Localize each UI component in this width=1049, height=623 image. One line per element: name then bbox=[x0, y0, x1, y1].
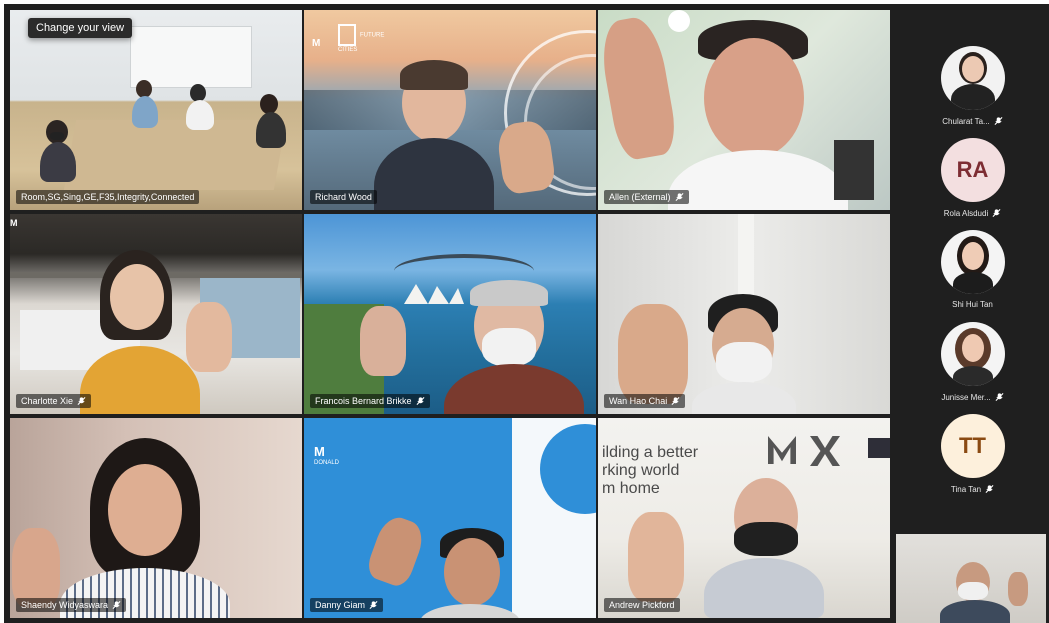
logo-m: M bbox=[314, 444, 325, 459]
mic-muted-icon bbox=[675, 193, 684, 201]
participant-name-tag: Richard Wood bbox=[310, 190, 377, 204]
blue-brand-background: M DONALD bbox=[304, 418, 596, 618]
office-background: M bbox=[10, 214, 302, 414]
participant-name-tag: Francois Bernard Brikke bbox=[310, 394, 430, 408]
participant-name-tag: Allen (External) bbox=[604, 190, 689, 204]
participant-name: Allen (External) bbox=[609, 192, 671, 202]
cityscape-background: M FUTURE CITIES bbox=[304, 10, 596, 210]
video-tile-room[interactable]: Change your view Room,SG,Sing,GE,F35,Int… bbox=[10, 10, 302, 210]
video-tile-wan-hao-chai[interactable]: Wan Hao Chai bbox=[598, 214, 890, 414]
participant-name: Andrew Pickford bbox=[609, 600, 675, 610]
mic-muted-icon bbox=[995, 393, 1004, 401]
roster-name: Tina Tan bbox=[950, 484, 982, 494]
meeting-window: Change your view Room,SG,Sing,GE,F35,Int… bbox=[4, 4, 1049, 623]
participant-name-tag: Shaendy Widyaswara bbox=[16, 598, 127, 612]
roster-item-junisse[interactable]: Junisse Mer... bbox=[896, 322, 1049, 402]
allen-video bbox=[598, 10, 890, 210]
participant-name-tag: Charlotte Xie bbox=[16, 394, 92, 408]
participant-name: Wan Hao Chai bbox=[609, 396, 668, 406]
slogan-line-3: m home bbox=[602, 480, 660, 497]
participant-name-tag: Wan Hao Chai bbox=[604, 394, 686, 408]
roster-name: Shi Hui Tan bbox=[952, 300, 993, 309]
roster-name: Junisse Mer... bbox=[941, 392, 991, 402]
futurecities-logo: FUTURE CITIES bbox=[338, 24, 398, 54]
video-tile-danny-giam[interactable]: M DONALD Danny Giam bbox=[304, 418, 596, 618]
mic-muted-icon bbox=[985, 485, 994, 493]
wan-hao-video bbox=[598, 214, 890, 414]
shaendy-video bbox=[10, 418, 302, 618]
self-view-video[interactable] bbox=[896, 534, 1046, 623]
participant-name: Richard Wood bbox=[315, 192, 372, 202]
video-tile-shaendy[interactable]: Shaendy Widyaswara bbox=[10, 418, 302, 618]
mic-muted-icon bbox=[994, 117, 1003, 125]
room-video bbox=[10, 10, 302, 210]
participant-name: Francois Bernard Brikke bbox=[315, 396, 412, 406]
video-tile-andrew-pickford[interactable]: ilding a better rking world m home Andre… bbox=[598, 418, 890, 618]
participant-roster: Chularat Ta... RA Rola Alsdudi Shi Hui T… bbox=[896, 4, 1049, 532]
sydney-background bbox=[304, 214, 596, 414]
brand-text: DONALD bbox=[314, 460, 340, 466]
avatar: TT bbox=[940, 414, 1005, 478]
avatar bbox=[940, 230, 1005, 294]
mic-muted-icon bbox=[416, 397, 425, 405]
roster-name: Rola Alsdudi bbox=[943, 208, 989, 218]
video-tile-francois[interactable]: Francois Bernard Brikke bbox=[304, 214, 596, 414]
participant-name: Charlotte Xie bbox=[21, 396, 74, 406]
ey-background: ilding a better rking world m home bbox=[598, 418, 890, 618]
mic-muted-icon bbox=[369, 601, 378, 609]
roster-name: Chularat Ta... bbox=[942, 116, 990, 126]
roster-item-rola[interactable]: RA Rola Alsdudi bbox=[896, 138, 1049, 218]
participant-name: Danny Giam bbox=[315, 600, 366, 610]
background-slogan: ilding a better rking world m home bbox=[602, 444, 698, 498]
mic-muted-icon bbox=[112, 601, 121, 609]
participant-name-tag: Room,SG,Sing,GE,F35,Integrity,Connected bbox=[16, 190, 200, 204]
participant-name-tag: Danny Giam bbox=[310, 598, 384, 612]
mic-muted-icon bbox=[671, 397, 680, 405]
participant-name-tag: Andrew Pickford bbox=[604, 598, 680, 612]
change-view-tooltip: Change your view bbox=[28, 18, 133, 38]
mic-muted-icon bbox=[77, 397, 86, 405]
avatar: RA bbox=[940, 138, 1005, 202]
roster-item-tina-tan[interactable]: TT Tina Tan bbox=[896, 414, 1049, 494]
roster-item-chularat[interactable]: Chularat Ta... bbox=[896, 46, 1049, 126]
mic-muted-icon bbox=[992, 209, 1001, 217]
avatar bbox=[940, 322, 1005, 386]
participant-name: Room,SG,Sing,GE,F35,Integrity,Connected bbox=[21, 192, 195, 202]
roster-item-shi-hui[interactable]: Shi Hui Tan bbox=[896, 230, 1049, 309]
avatar bbox=[940, 46, 1005, 110]
slogan-line-2: rking world bbox=[602, 462, 680, 479]
video-tile-charlotte-xie[interactable]: M Charlotte Xie bbox=[10, 214, 302, 414]
participant-name: Shaendy Widyaswara bbox=[21, 600, 109, 610]
logo-m-partial: M bbox=[10, 218, 18, 228]
video-tile-allen[interactable]: Allen (External) bbox=[598, 10, 890, 210]
slogan-line-1: ilding a better bbox=[602, 444, 699, 461]
video-tile-richard-wood[interactable]: M FUTURE CITIES Richard Wood bbox=[304, 10, 596, 210]
logo-m: M bbox=[312, 38, 321, 49]
